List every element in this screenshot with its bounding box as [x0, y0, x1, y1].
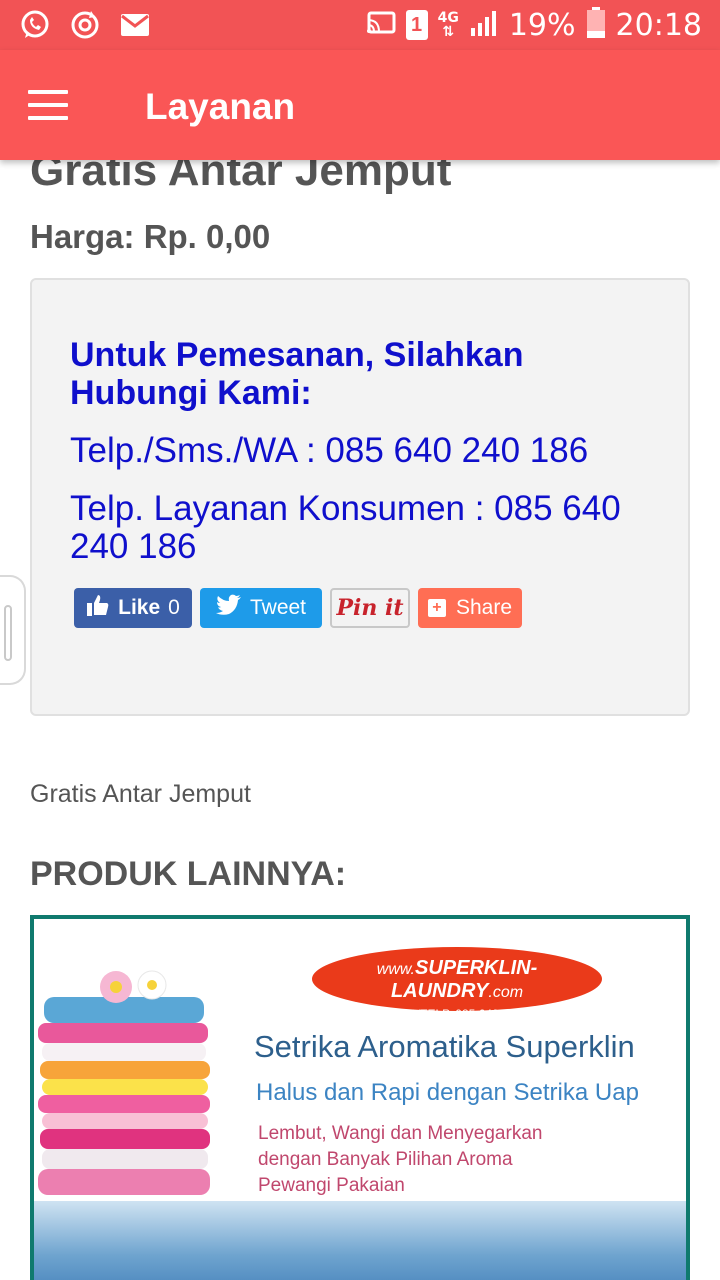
logo-contact: SMS/WA/TELP. 085 640 240 186	[368, 1007, 546, 1021]
plus-icon: +	[427, 599, 446, 617]
sim-icon: 1	[405, 10, 428, 40]
folded-clothes-image	[34, 967, 224, 1227]
banner-description: Lembut, Wangi dan Menyegarkan dengan Ban…	[258, 1121, 542, 1199]
product-description: Gratis Antar Jemput	[30, 780, 251, 808]
banner-title: Setrika Aromatika Superklin	[254, 1029, 635, 1064]
thumbs-up-icon	[86, 593, 110, 623]
clock: 20:18	[615, 7, 702, 43]
network-type: 4G	[437, 10, 459, 26]
sync-icon	[68, 8, 102, 42]
banner-subtitle: Halus dan Rapi dengan Setrika Uap	[256, 1079, 639, 1106]
facebook-like-button[interactable]: Like 0	[74, 588, 192, 628]
share-buttons: Like 0 Tweet Pin it + Share	[74, 588, 522, 628]
mail-icon	[118, 8, 152, 42]
pin-label: Pin it	[336, 595, 404, 621]
contact-phone-wa[interactable]: Telp./Sms./WA : 085 640 240 186	[70, 432, 660, 470]
banner-desc-line-2: dengan Banyak Pilihan Aroma	[258, 1149, 513, 1170]
pinterest-button[interactable]: Pin it	[330, 588, 410, 628]
share-label: Share	[455, 596, 513, 619]
banner-desc-line-1: Lembut, Wangi dan Menyegarkan	[258, 1123, 543, 1144]
page-title: Layanan	[145, 86, 296, 127]
contact-heading: Untuk Pemesanan, Silahkan Hubungi Kami:	[70, 336, 524, 412]
water-splash-image	[34, 1201, 686, 1280]
app-bar: Layanan	[0, 50, 720, 160]
twitter-bird-icon	[215, 594, 242, 622]
page-content[interactable]: Gratis Antar Jemput Harga: Rp. 0,00 Untu…	[0, 50, 720, 1280]
product-banner[interactable]: www.SUPERKLIN-LAUNDRY.com SMS/WA/TELP. 0…	[30, 915, 690, 1280]
signal-icon	[469, 8, 499, 43]
network-indicator: 4G ⇅	[438, 11, 459, 39]
battery-icon	[586, 6, 606, 44]
status-bar: 1 4G ⇅ 19% 20:18	[0, 0, 720, 50]
like-label: Like	[118, 596, 161, 619]
logo-url: www.SUPERKLIN-LAUNDRY.com	[376, 957, 538, 1002]
whatsapp-icon	[18, 8, 52, 42]
like-count: 0	[168, 596, 180, 619]
sim-number: 1	[411, 13, 423, 36]
grip-icon	[4, 605, 12, 661]
side-drawer-handle[interactable]	[0, 575, 26, 685]
battery-percent: 19%	[508, 7, 576, 43]
banner-desc-line-3: Pewangi Pakaian	[258, 1175, 405, 1196]
product-price: Harga: Rp. 0,00	[30, 218, 271, 255]
cast-icon	[366, 11, 396, 40]
hamburger-menu-icon[interactable]	[28, 90, 68, 120]
tweet-label: Tweet	[249, 596, 307, 619]
data-arrows-icon: ⇅	[442, 24, 455, 40]
brand-logo: www.SUPERKLIN-LAUNDRY.com SMS/WA/TELP. 0…	[312, 947, 602, 1021]
tweet-button[interactable]: Tweet	[200, 588, 322, 628]
share-button[interactable]: + Share	[418, 588, 522, 628]
contact-box: Untuk Pemesanan, Silahkan Hubungi Kami: …	[30, 278, 690, 716]
other-products-heading: PRODUK LAINNYA:	[30, 855, 347, 893]
contact-customer-service[interactable]: Telp. Layanan Konsumen : 085 640 240 186	[70, 490, 660, 566]
